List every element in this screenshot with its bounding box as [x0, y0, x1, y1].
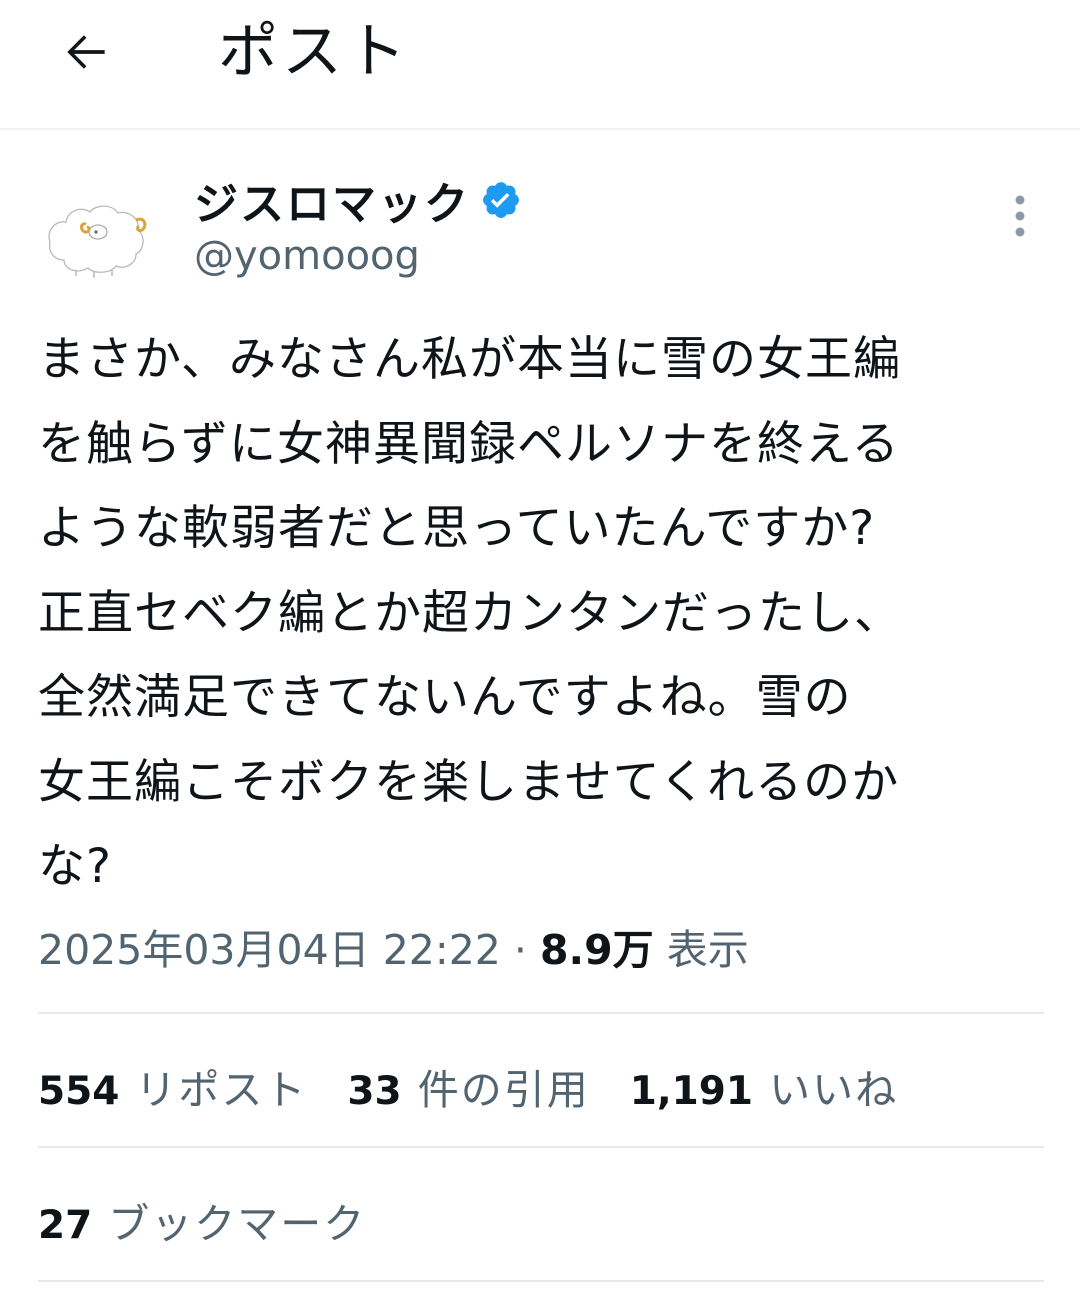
more-options-button[interactable] — [994, 188, 1046, 244]
author-display-name[interactable]: ジスロマック — [194, 168, 470, 232]
back-button[interactable] — [46, 12, 126, 92]
divider — [38, 1012, 1044, 1014]
bookmarks-stat-row: 27 ブックマーク — [38, 1188, 406, 1252]
tweet-meta: 2025年03月04日 22:22 · 8.9万 表示 — [38, 918, 749, 982]
bookmarks-count: 27 — [38, 1203, 93, 1248]
quotes-label: 件の引用 — [417, 1066, 590, 1114]
tweet-timestamp[interactable]: 2025年03月04日 22:22 — [38, 926, 501, 974]
avatar[interactable] — [36, 180, 154, 298]
reposts-stat[interactable]: 554 リポスト — [38, 1056, 307, 1116]
bookmarks-label: ブックマーク — [108, 1200, 367, 1248]
divider — [38, 1146, 1044, 1148]
sheep-drawing-icon — [37, 181, 153, 297]
author-name-row[interactable]: ジスロマック — [194, 168, 522, 232]
author-handle[interactable]: @yomooog — [194, 228, 420, 284]
meta-separator: · — [513, 926, 527, 974]
views-label: 表示 — [666, 926, 749, 974]
quotes-count: 33 — [347, 1069, 402, 1114]
page-title: ポスト — [218, 17, 410, 87]
reposts-label: リポスト — [135, 1066, 308, 1114]
top-app-bar: ポスト — [0, 0, 1080, 130]
likes-stat[interactable]: 1,191 いいね — [630, 1056, 898, 1116]
vertical-ellipsis-icon — [1015, 195, 1025, 237]
engagement-stats: 554 リポスト 33 件の引用 1,191 いいね — [38, 1054, 938, 1118]
likes-count: 1,191 — [629, 1069, 754, 1114]
quotes-stat[interactable]: 33 件の引用 — [347, 1056, 589, 1116]
tweet-text: まさか、みなさん私が本当に雪の女王編 を触らずに女神異聞録ペルソナを終える よう… — [38, 332, 902, 894]
likes-label: いいね — [769, 1066, 899, 1114]
divider — [38, 1280, 1044, 1282]
views-count: 8.9万 — [540, 926, 654, 974]
verified-badge-icon — [483, 182, 519, 218]
reposts-count: 554 — [38, 1069, 120, 1114]
bookmarks-stat[interactable]: 27 ブックマーク — [38, 1190, 366, 1250]
arrow-left-icon — [67, 35, 105, 69]
